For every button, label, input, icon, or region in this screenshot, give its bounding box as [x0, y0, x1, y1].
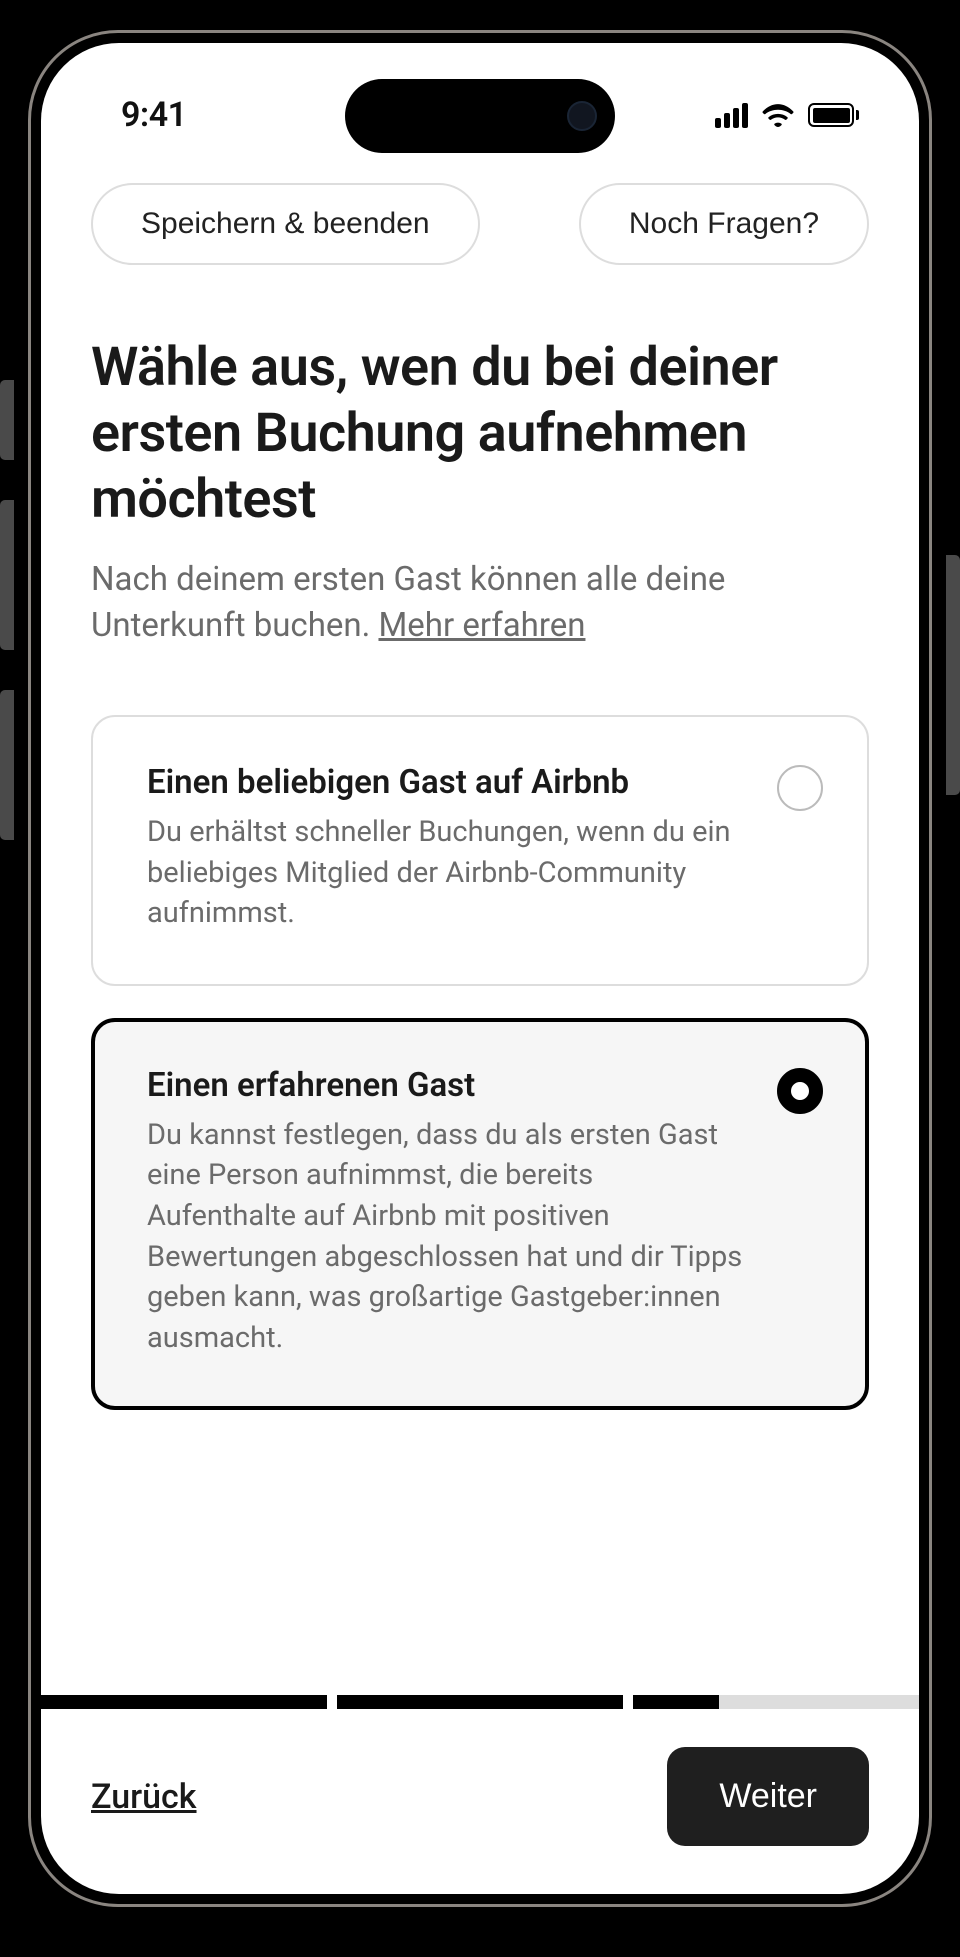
progress-fill: [633, 1695, 719, 1709]
progress-segment-2: [337, 1695, 623, 1709]
progress-segment-3: [633, 1695, 919, 1709]
options-list: Einen beliebigen Gast auf Airbnb Du erhä…: [91, 715, 869, 1410]
power-button: [946, 555, 960, 795]
radio-unchecked-icon: [777, 765, 823, 811]
phone-screen: 9:41: [41, 43, 919, 1894]
footer: Zurück Weiter: [41, 1709, 919, 1894]
progress-fill: [337, 1695, 623, 1709]
option-title: Einen beliebigen Gast auf Airbnb: [147, 763, 747, 802]
progress-bar: [41, 1695, 919, 1709]
page-title: Wähle aus, wen du bei deiner ersten Buch…: [91, 335, 869, 533]
progress-fill: [41, 1695, 327, 1709]
volume-up-button: [0, 500, 14, 650]
option-description: Du erhältst schneller Buchungen, wenn du…: [147, 812, 747, 934]
phone-body: 9:41: [28, 30, 932, 1907]
option-title: Einen erfahrenen Gast: [147, 1066, 747, 1105]
top-button-row: Speichern & beenden Noch Fragen?: [41, 153, 919, 265]
status-time: 9:41: [121, 95, 187, 135]
battery-icon: [808, 103, 859, 127]
save-exit-button[interactable]: Speichern & beenden: [91, 183, 480, 265]
progress-segment-1: [41, 1695, 327, 1709]
radio-checked-icon: [777, 1068, 823, 1114]
volume-down-button: [0, 690, 14, 840]
front-camera-icon: [567, 101, 597, 131]
next-button[interactable]: Weiter: [667, 1747, 869, 1846]
back-link[interactable]: Zurück: [91, 1777, 197, 1817]
option-text: Einen beliebigen Gast auf Airbnb Du erhä…: [147, 763, 747, 934]
option-description: Du kannst festlegen, dass du als ersten …: [147, 1115, 747, 1359]
side-switch: [0, 380, 14, 460]
option-any-guest[interactable]: Einen beliebigen Gast auf Airbnb Du erhä…: [91, 715, 869, 986]
status-icons: [715, 103, 859, 128]
dynamic-island: [345, 79, 615, 153]
questions-button[interactable]: Noch Fragen?: [579, 183, 869, 265]
option-text: Einen erfahrenen Gast Du kannst festlege…: [147, 1066, 747, 1359]
cellular-signal-icon: [715, 103, 748, 128]
learn-more-link[interactable]: Mehr erfahren: [378, 606, 585, 645]
main-content: Wähle aus, wen du bei deiner ersten Buch…: [41, 265, 919, 1695]
option-experienced-guest[interactable]: Einen erfahrenen Gast Du kannst festlege…: [91, 1018, 869, 1411]
page-subtitle: Nach deinem ersten Gast können alle dein…: [91, 557, 869, 649]
phone-frame: 9:41: [0, 0, 960, 1957]
wifi-icon: [762, 103, 794, 127]
